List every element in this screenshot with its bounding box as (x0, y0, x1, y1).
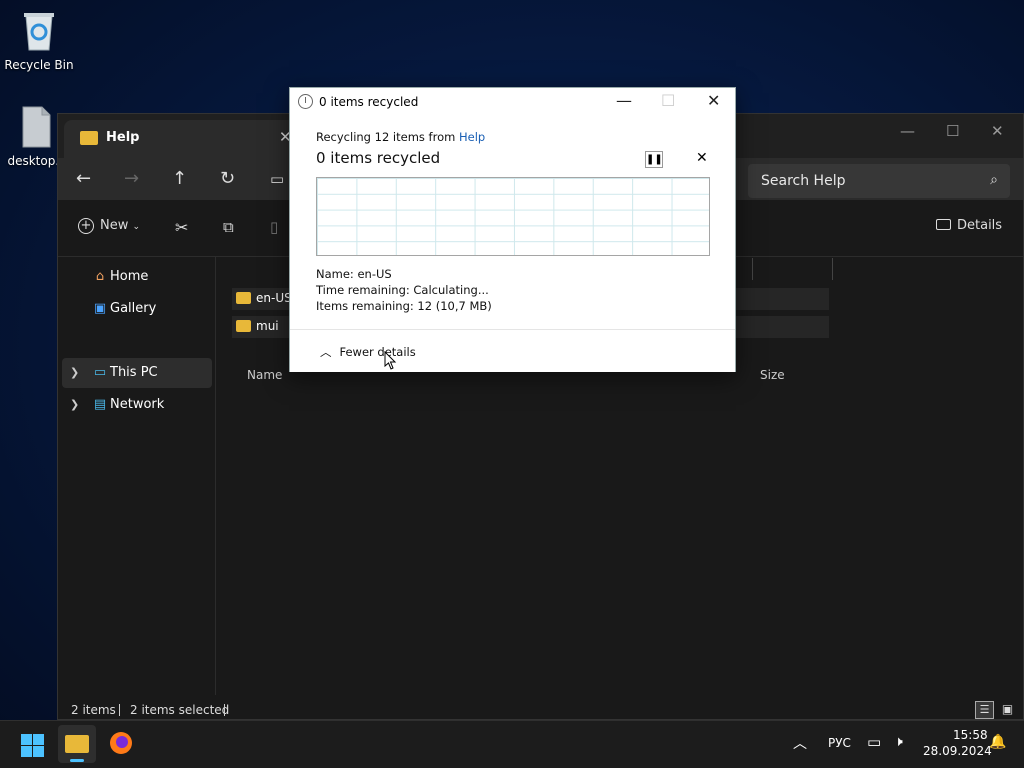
windows-logo-icon (21, 734, 44, 757)
monitor-icon[interactable]: ▭ (270, 170, 284, 188)
fewer-details-button[interactable]: ︿ Fewer details (320, 344, 416, 360)
chevron-right-icon[interactable]: ❯ (70, 358, 79, 388)
paste-icon[interactable]: ▯ (270, 218, 278, 236)
home-icon: ⌂ (95, 269, 105, 284)
start-button[interactable] (21, 734, 44, 760)
gallery-icon: ▣ (93, 301, 107, 316)
new-button[interactable]: + New ⌄ (78, 218, 140, 234)
search-input[interactable]: Search Help (761, 173, 845, 189)
volume-muted-icon[interactable]: 🕨 (894, 734, 903, 750)
time-remaining: Time remaining: Calculating... (316, 283, 489, 297)
chevron-down-icon: ⌄ (132, 222, 141, 232)
file-icon (18, 106, 52, 148)
dialog-footer: ︿ Fewer details (290, 329, 735, 372)
clock-icon (298, 94, 313, 109)
chevron-up-icon: ︿ (320, 345, 332, 359)
file-name: mui (256, 319, 279, 333)
clock-time[interactable]: 15:58 (953, 728, 988, 742)
sidebar-item-network[interactable]: ❯ ▤ Network (62, 390, 212, 420)
new-label: New (100, 218, 129, 233)
navigation-pane: ⌂ Home ▣ Gallery ❯ ▭ This PC ❯ ▤ Network (58, 257, 216, 695)
forward-icon[interactable]: → (124, 168, 139, 189)
status-selected-count: 2 items selected (130, 703, 230, 717)
minimize-button[interactable]: — (616, 91, 632, 110)
show-hidden-icons-button[interactable]: ︿ (793, 733, 807, 753)
desktop-icon-recycle-bin[interactable]: Recycle Bin (4, 10, 74, 72)
notification-bell-icon[interactable]: 🔔 (989, 734, 1006, 750)
sidebar-item-label: Gallery (110, 301, 157, 316)
taskbar: ︿ РУС ▭ 🕨 15:58 28.09.2024 🔔 (0, 720, 1024, 768)
cancel-button[interactable]: ✕ (696, 150, 708, 166)
status-bar: 2 items 2 items selected ☰ ▣ (58, 701, 1024, 721)
refresh-icon[interactable]: ↻ (220, 168, 235, 189)
status-divider (224, 704, 225, 716)
file-explorer-taskbar-button[interactable] (58, 725, 96, 763)
maximize-button[interactable]: ☐ (661, 91, 675, 110)
sidebar-item-gallery[interactable]: ▣ Gallery (62, 294, 212, 324)
copy-icon[interactable]: ⧉ (223, 218, 234, 236)
tab-label: Help (106, 130, 140, 145)
recycle-bin-icon (22, 10, 56, 52)
desktop-icon-label: Recycle Bin (4, 58, 74, 72)
dialog-title: 0 items recycled (319, 95, 419, 109)
recycling-source-line: Recycling 12 items from Help (316, 130, 485, 144)
details-view-button[interactable]: ☰ (975, 701, 994, 719)
pause-button[interactable]: ❚❚ (645, 151, 663, 168)
chevron-right-icon[interactable]: ❯ (70, 390, 79, 420)
computer-icon: ▭ (93, 365, 107, 380)
source-folder-link[interactable]: Help (459, 130, 485, 144)
language-indicator[interactable]: РУС (828, 736, 851, 750)
cut-icon[interactable]: ✂ (175, 218, 188, 237)
back-icon[interactable]: ← (76, 168, 91, 189)
minimize-button[interactable]: — (900, 122, 915, 140)
recycle-progress-dialog: 0 items recycled — ☐ ✕ Recycling 12 item… (289, 87, 736, 372)
folder-icon (65, 735, 89, 753)
folder-icon (80, 131, 98, 145)
sidebar-item-label: This PC (110, 365, 158, 380)
status-divider (119, 704, 120, 716)
sidebar-item-this-pc[interactable]: ❯ ▭ This PC (62, 358, 212, 388)
sidebar-item-label: Home (110, 269, 149, 284)
sidebar-item-home[interactable]: ⌂ Home (62, 262, 212, 292)
sidebar-item-label: Network (110, 397, 165, 412)
network-status-icon[interactable]: ▭ (867, 733, 881, 751)
column-divider (832, 258, 833, 280)
close-button[interactable]: ✕ (991, 122, 1004, 140)
search-box[interactable]: Search Help ⌕ (748, 164, 1010, 198)
maximize-button[interactable]: ☐ (946, 122, 959, 140)
column-header-size[interactable]: Size (760, 368, 785, 382)
plus-icon: + (78, 218, 94, 234)
close-button[interactable]: ✕ (707, 91, 720, 110)
firefox-icon (110, 732, 132, 754)
items-remaining: Items remaining: 12 (10,7 MB) (316, 299, 492, 313)
progress-heading: 0 items recycled (316, 149, 441, 167)
clock-date[interactable]: 28.09.2024 (923, 744, 992, 758)
dialog-titlebar: 0 items recycled — ☐ ✕ (290, 88, 735, 116)
network-icon: ▤ (93, 397, 107, 412)
tiles-view-button[interactable]: ▣ (998, 701, 1017, 719)
tab-help[interactable]: Help ✕ (64, 120, 300, 158)
up-icon[interactable]: ↑ (172, 168, 187, 189)
file-name: en-US (256, 291, 292, 305)
column-header-name[interactable]: Name (247, 368, 282, 382)
progress-graph (316, 177, 710, 256)
item-name: Name: en-US (316, 267, 392, 281)
folder-icon (236, 320, 251, 332)
search-icon: ⌕ (990, 172, 998, 188)
details-label: Details (957, 218, 1003, 233)
folder-icon (236, 292, 251, 304)
status-item-count: 2 items (71, 703, 116, 717)
fewer-details-label: Fewer details (339, 345, 416, 359)
details-button[interactable]: Details (936, 218, 1002, 233)
column-divider (752, 258, 753, 280)
firefox-taskbar-button[interactable] (109, 731, 133, 758)
recycling-prefix: Recycling 12 items from (316, 130, 459, 144)
mouse-cursor-icon (384, 351, 397, 370)
details-pane-icon (936, 219, 951, 230)
active-indicator (70, 759, 84, 762)
